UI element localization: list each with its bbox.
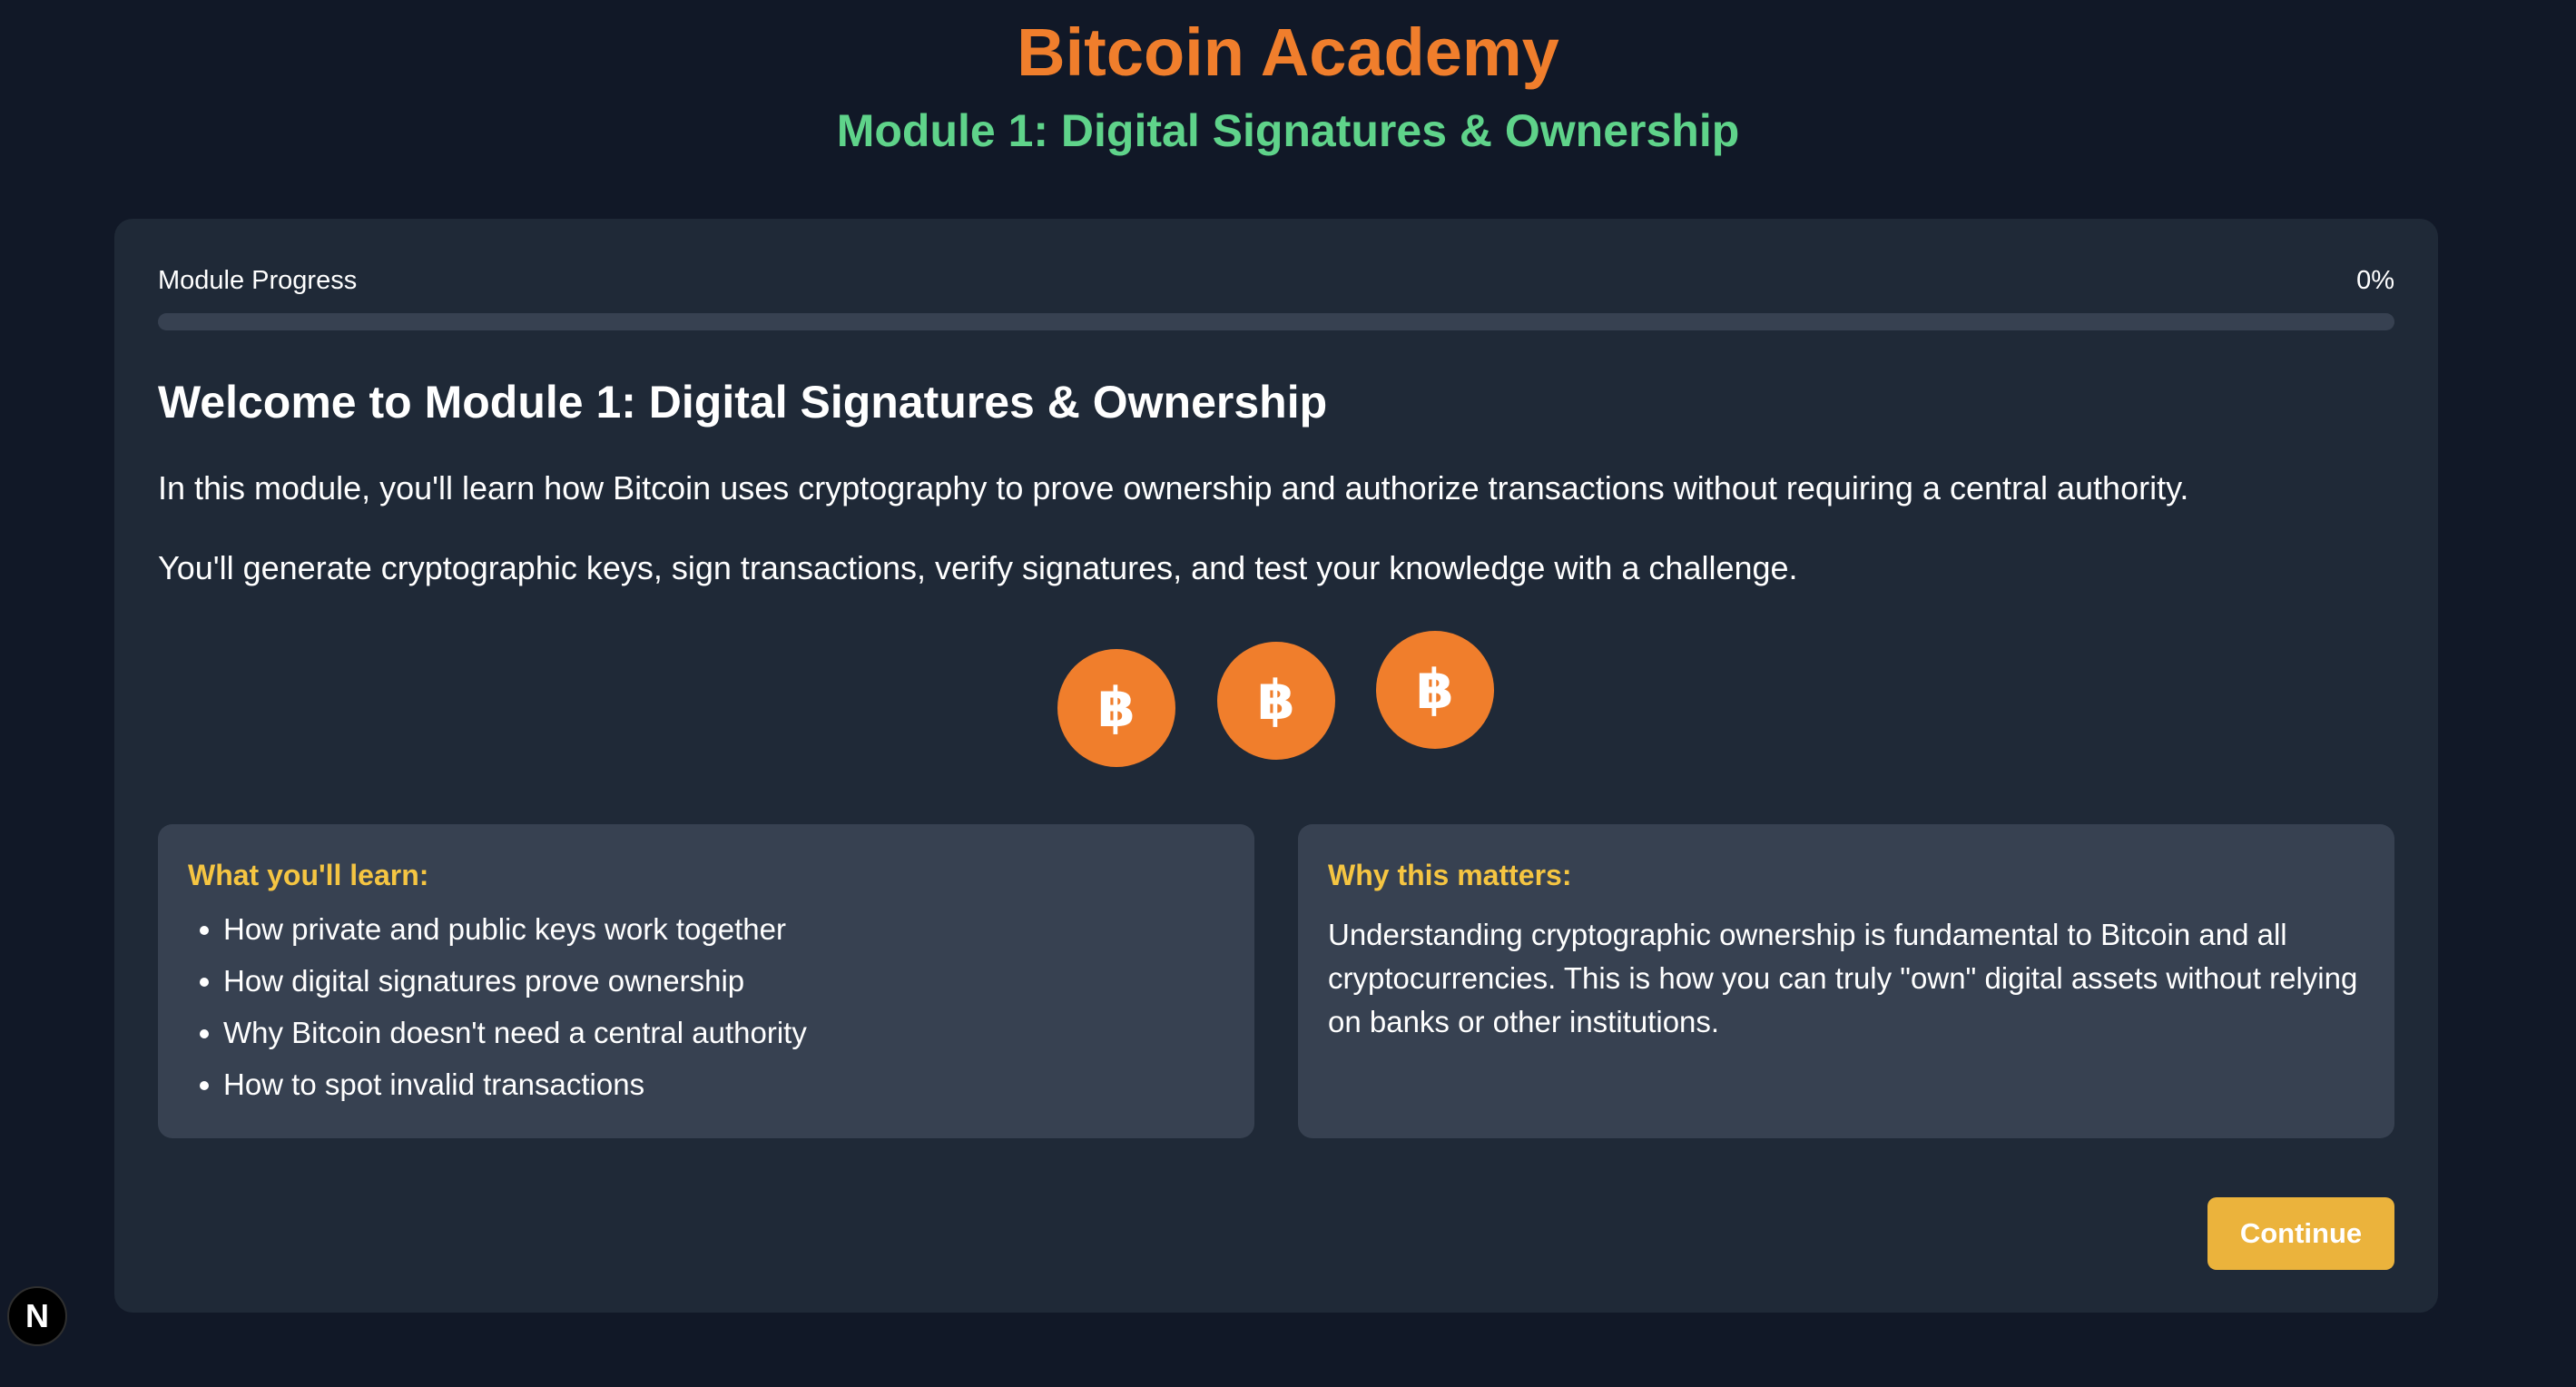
bitcoin-icon: ฿ xyxy=(1217,642,1335,760)
bitcoin-icon: ฿ xyxy=(1057,649,1175,767)
learn-list: How private and public keys work togethe… xyxy=(188,911,807,1118)
progress-bar xyxy=(158,313,2394,330)
intro-paragraph: In this module, you'll learn how Bitcoin… xyxy=(158,469,2189,507)
learn-box-heading: What you'll learn: xyxy=(188,859,429,891)
list-item: How private and public keys work togethe… xyxy=(188,911,807,963)
list-item: Why Bitcoin doesn't need a central autho… xyxy=(188,1015,807,1067)
why-box-heading: Why this matters: xyxy=(1328,859,1572,891)
nextjs-icon[interactable]: N xyxy=(7,1286,67,1346)
bitcoin-icon: ฿ xyxy=(1376,631,1494,749)
why-box: Why this matters: Understanding cryptogr… xyxy=(1298,824,2394,1138)
list-item: How digital signatures prove ownership xyxy=(188,963,807,1015)
progress-label: Module Progress xyxy=(158,266,358,295)
module-subtitle: Module 1: Digital Signatures & Ownership xyxy=(836,105,1740,156)
why-box-text: Understanding cryptographic ownership is… xyxy=(1328,918,2358,1038)
list-item: How to spot invalid transactions xyxy=(188,1067,807,1118)
intro-paragraph: You'll generate cryptographic keys, sign… xyxy=(158,549,1798,586)
progress-value: 0% xyxy=(2356,266,2394,295)
module-card: Module Progress 0% Welcome to Module 1: … xyxy=(114,219,2438,1313)
welcome-heading: Welcome to Module 1: Digital Signatures … xyxy=(158,377,1328,428)
continue-button[interactable]: Continue xyxy=(2207,1197,2394,1270)
learn-box: What you'll learn: How private and publi… xyxy=(158,824,1254,1138)
app-title: Bitcoin Academy xyxy=(1017,15,1559,90)
